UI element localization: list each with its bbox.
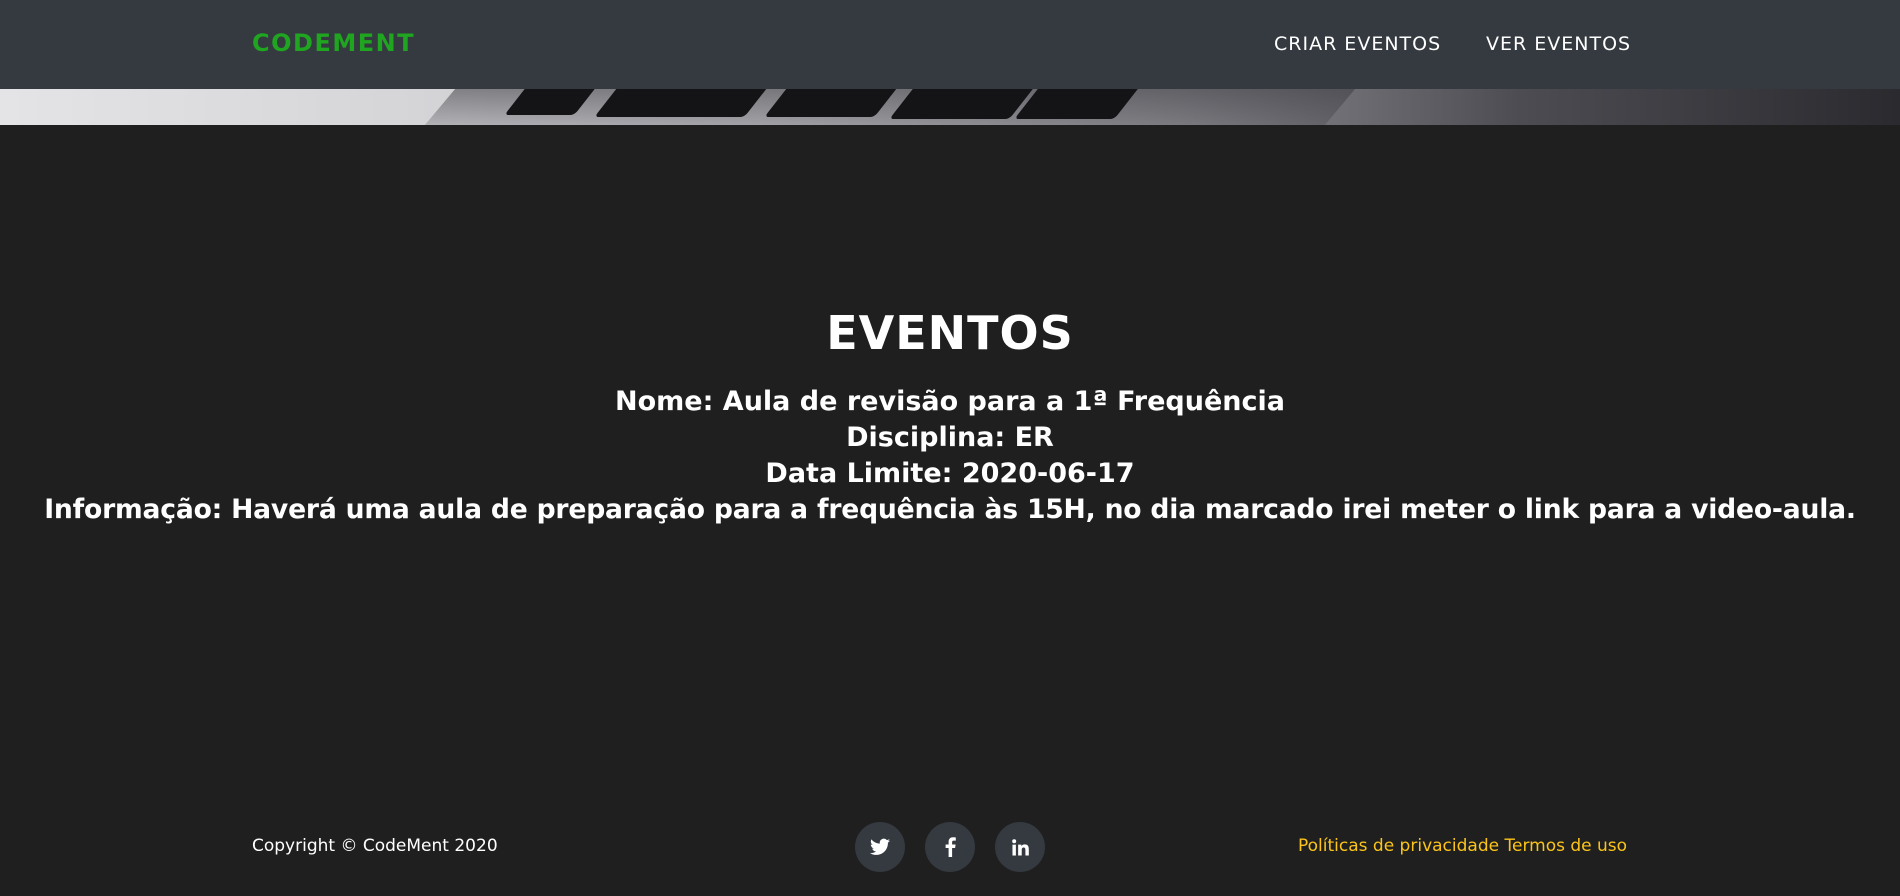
nav-link-ver-eventos[interactable]: VER EVENTOS	[1486, 32, 1631, 56]
twitter-icon	[870, 838, 890, 855]
event-name: Nome: Aula de revisão para a 1ª Frequênc…	[615, 386, 1285, 417]
event-deadline: Data Limite: 2020-06-17	[765, 458, 1135, 489]
linkedin-icon	[1011, 838, 1029, 856]
hero-banner-image	[0, 89, 1900, 125]
facebook-link[interactable]	[925, 822, 975, 872]
copyright-text: Copyright © CodeMent 2020	[252, 836, 498, 856]
linkedin-link[interactable]	[995, 822, 1045, 872]
brand-logo-link[interactable]: CODEMENT	[252, 28, 415, 58]
twitter-link[interactable]	[855, 822, 905, 872]
page-title: EVENTOS	[826, 306, 1074, 360]
nav-link-criar-eventos[interactable]: CRIAR EVENTOS	[1274, 32, 1441, 56]
facebook-icon	[945, 837, 956, 857]
terms-of-use-link[interactable]: Termos de uso	[1504, 836, 1627, 856]
footer-links: Políticas de privacidade Termos de uso	[1298, 835, 1627, 857]
privacy-policy-link[interactable]: Políticas de privacidade	[1298, 836, 1499, 856]
event-info: Informação: Haverá uma aula de preparaçã…	[44, 494, 1856, 525]
events-section: EVENTOS Nome: Aula de revisão para a 1ª …	[0, 125, 1900, 780]
navbar: CODEMENT CRIAR EVENTOS VER EVENTOS	[0, 0, 1900, 89]
event-subject: Disciplina: ER	[846, 422, 1054, 453]
